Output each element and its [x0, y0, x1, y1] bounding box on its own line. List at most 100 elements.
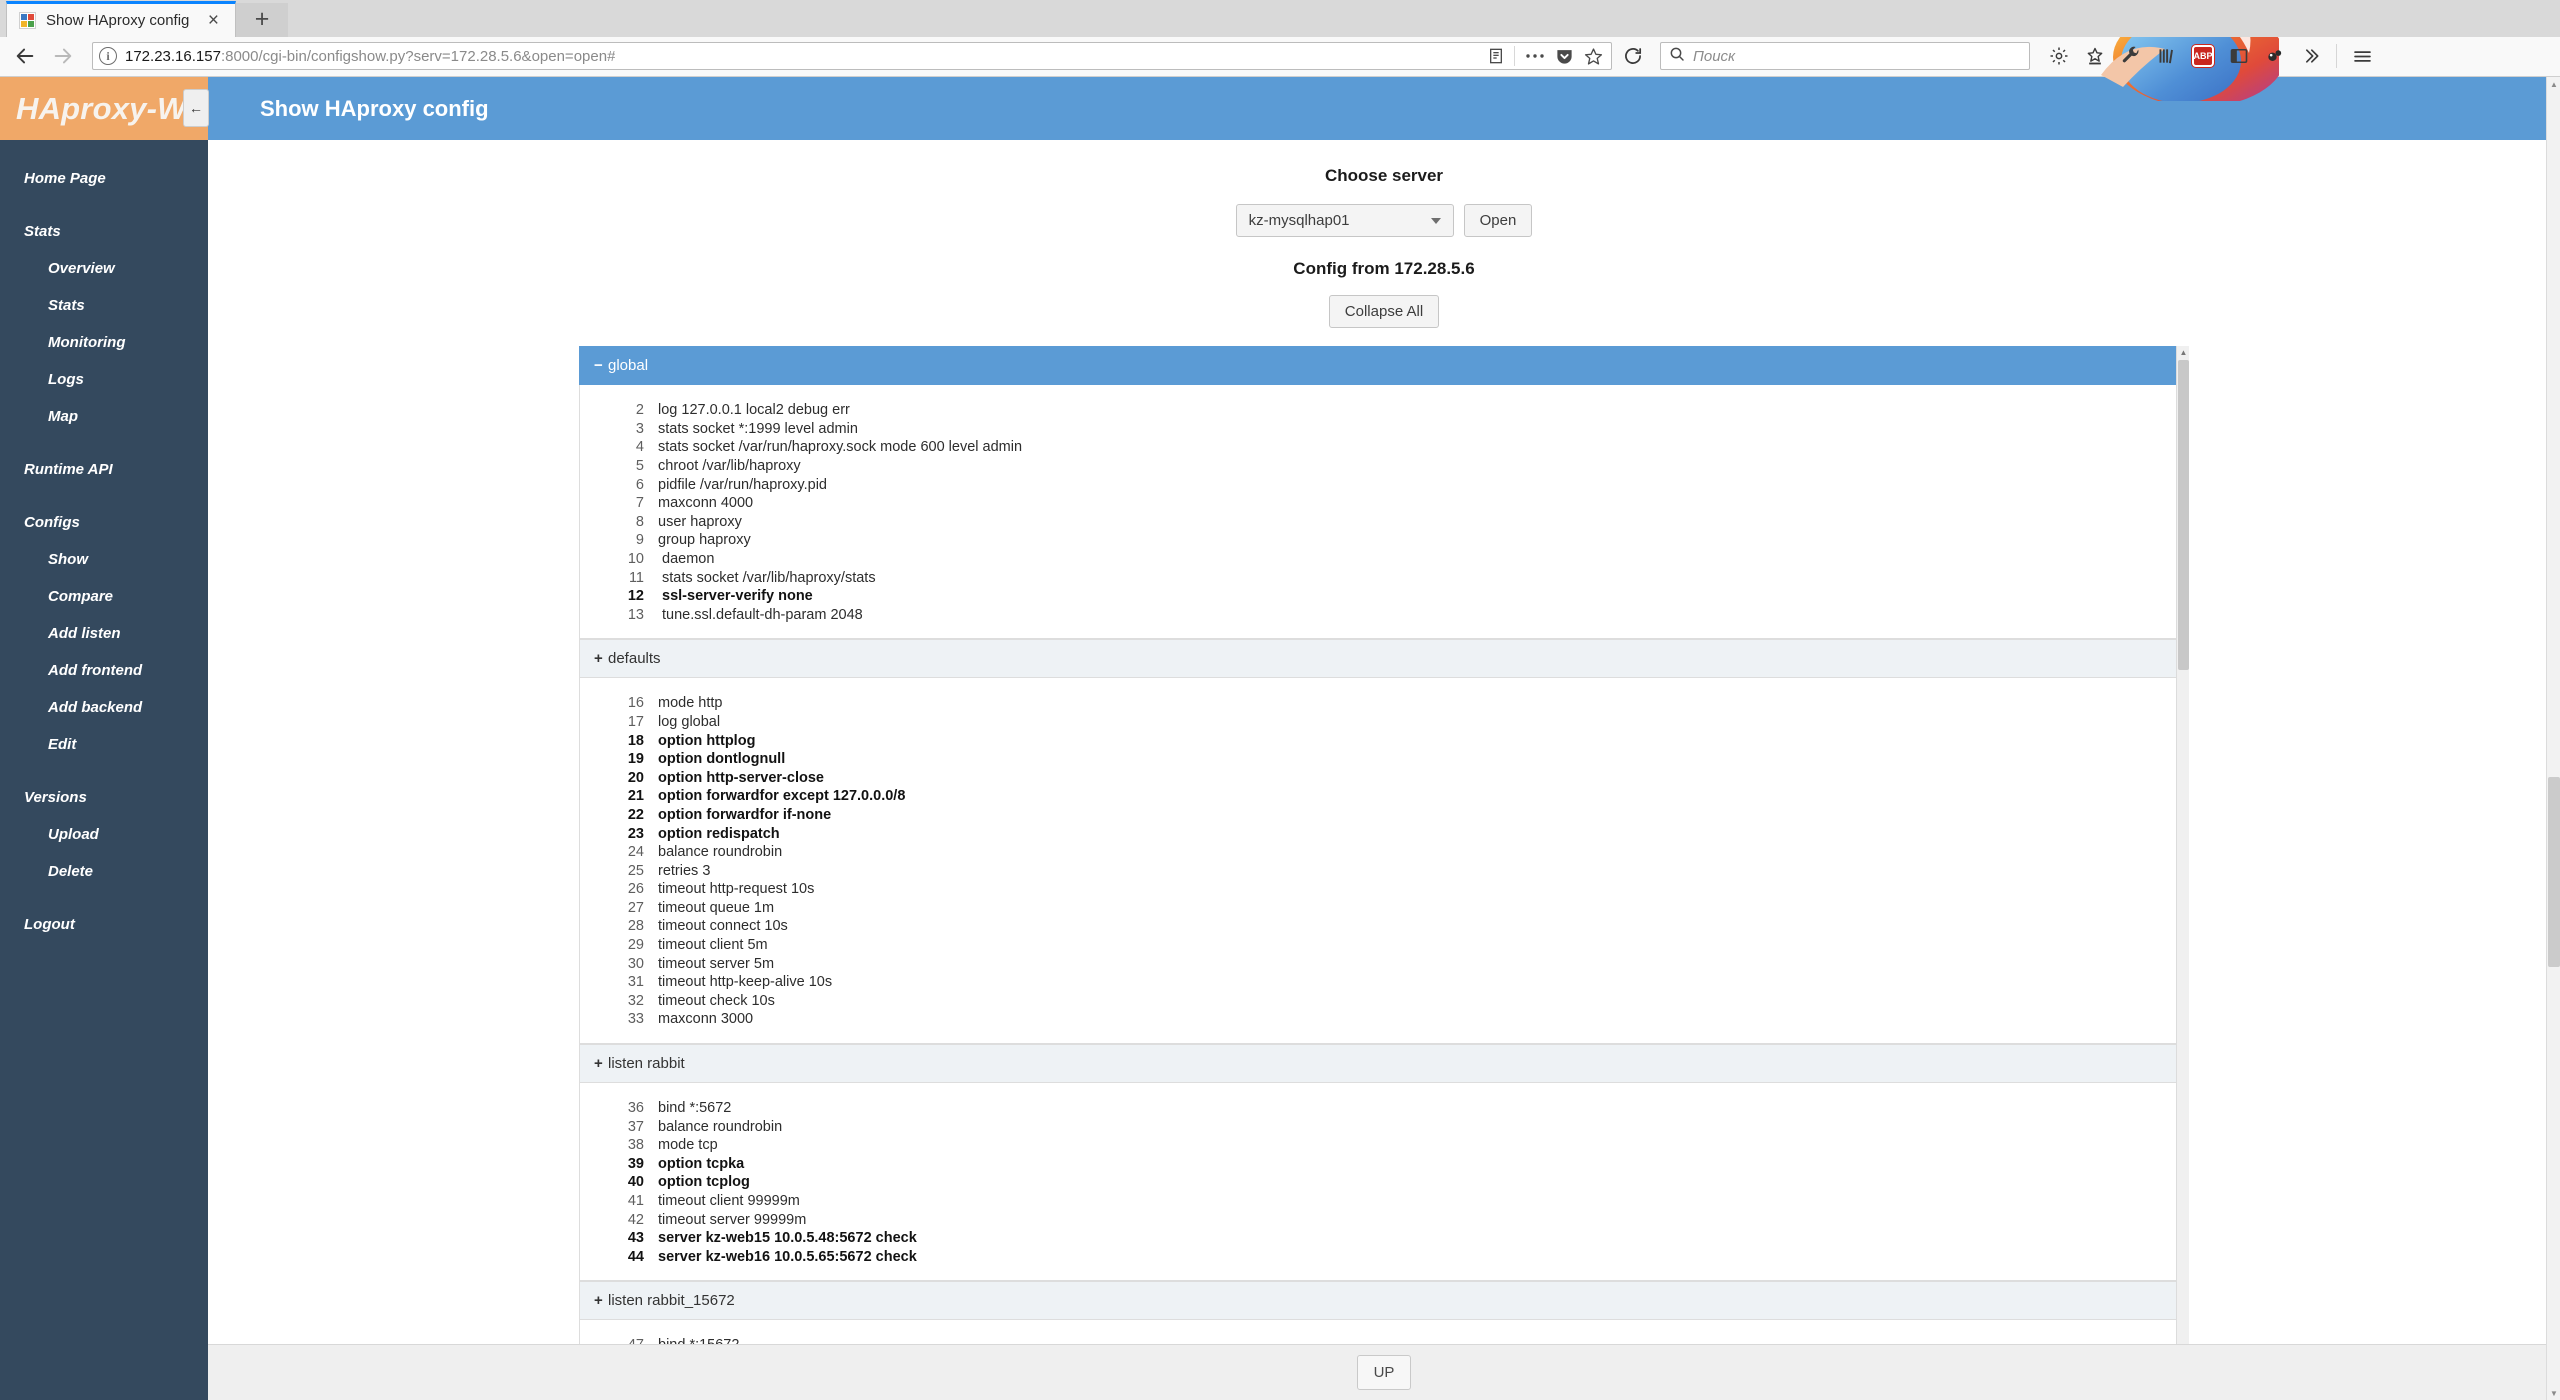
collapse-all-row: Collapse All: [208, 295, 2560, 329]
config-line: 40 option tcplog: [580, 1173, 2178, 1192]
plus-icon: +: [594, 1292, 603, 1310]
adblock-plus-icon[interactable]: ABP: [2186, 39, 2220, 73]
reload-button[interactable]: [1616, 39, 1650, 73]
config-line: 2 log 127.0.0.1 local2 debug err: [580, 401, 2178, 420]
sidebar-item-label: Edit: [48, 736, 77, 754]
line-text: maxconn 4000: [658, 495, 754, 512]
line-number: 28: [627, 918, 644, 935]
bookmark-add-icon[interactable]: [2078, 39, 2112, 73]
line-number: 27: [627, 899, 644, 916]
sidebar-item-label: Runtime API: [24, 461, 113, 479]
sidebar-item-add-backend[interactable]: Add backend: [0, 689, 208, 726]
line-text: ssl-server-verify none: [658, 588, 813, 605]
sidebar-item-map[interactable]: Map: [0, 398, 208, 435]
sidebar-item-stats[interactable]: Stats: [0, 287, 208, 324]
config-line: 16 mode http: [580, 694, 2178, 713]
line-number: 7: [635, 495, 644, 512]
search-bar[interactable]: Поиск: [1660, 42, 2030, 71]
hamburger-menu-icon[interactable]: [2345, 39, 2379, 73]
sidebar-item-label: Compare: [48, 588, 114, 606]
close-icon[interactable]: ×: [202, 11, 225, 30]
section-header-global[interactable]: − global: [579, 346, 2179, 386]
sidebar-item-delete[interactable]: Delete: [0, 853, 208, 890]
new-tab-button[interactable]: +: [236, 2, 288, 37]
line-text: pidfile /var/run/haproxy.pid: [658, 476, 827, 493]
sidebar-panel-icon[interactable]: [2222, 39, 2256, 73]
section-header-listen-rabbit-15672[interactable]: + listen rabbit_15672: [579, 1281, 2179, 1321]
line-number: 43: [627, 1230, 644, 1247]
chevron-double-right-icon[interactable]: [2294, 39, 2328, 73]
config-line: 39 option tcpka: [580, 1155, 2178, 1174]
page-scrollbar[interactable]: ▲ ▼: [2546, 77, 2560, 1400]
server-select[interactable]: kz-mysqlhap01: [1235, 204, 1454, 238]
sidebar-item-logout[interactable]: Logout: [0, 906, 208, 943]
back-button[interactable]: [8, 39, 42, 73]
section-header-defaults[interactable]: + defaults: [579, 639, 2179, 679]
page-scroll-down-icon[interactable]: ▼: [2547, 1386, 2560, 1400]
line-number: 33: [627, 1011, 644, 1028]
sidebar-item-runtime-api[interactable]: Runtime API: [0, 451, 208, 488]
library-icon[interactable]: [2150, 39, 2184, 73]
sidebar-item-logs[interactable]: Logs: [0, 361, 208, 398]
sidebar-item-edit[interactable]: Edit: [0, 726, 208, 763]
tab-title: Show HAproxy config: [46, 11, 190, 29]
config-line: 9 group haproxy: [580, 531, 2178, 550]
sidebar-collapse-button[interactable]: ←: [183, 89, 209, 128]
sidebar-item-monitoring[interactable]: Monitoring: [0, 324, 208, 361]
config-line: 24 balance roundrobin: [580, 843, 2178, 862]
page-scroll-up-icon[interactable]: ▲: [2547, 77, 2560, 91]
gear-icon[interactable]: [2042, 39, 2076, 73]
line-number: 11: [628, 569, 644, 586]
site-info-icon[interactable]: i: [99, 47, 117, 66]
line-number: 37: [627, 1118, 644, 1135]
line-text: balance roundrobin: [658, 1118, 783, 1135]
scroll-up-icon[interactable]: ▲: [2177, 346, 2190, 359]
config-scrollbar-thumb[interactable]: [2178, 360, 2189, 671]
line-text: chroot /var/lib/haproxy: [658, 458, 801, 474]
line-text: timeout http-keep-alive 10s: [658, 974, 833, 991]
open-button[interactable]: Open: [1463, 204, 1533, 238]
browser-tab[interactable]: Show HAproxy config ×: [6, 0, 236, 37]
line-text: daemon: [658, 550, 715, 567]
config-scrollbar[interactable]: ▲ ▼: [2176, 346, 2189, 1344]
line-number: 32: [627, 992, 644, 1009]
up-button[interactable]: UP: [1356, 1355, 1412, 1390]
sidebar-item-home-page[interactable]: Home Page: [0, 160, 208, 197]
address-bar[interactable]: i 172.23.16.157:8000/cgi-bin/configshow.…: [92, 42, 1612, 71]
sidebar-item-add-listen[interactable]: Add listen: [0, 615, 208, 652]
config-line: 30 timeout server 5m: [580, 955, 2178, 974]
page-header: Show HAproxy config: [208, 77, 2560, 141]
search-input[interactable]: Поиск: [1693, 48, 1735, 65]
sidebar-item-stats[interactable]: Stats: [0, 213, 208, 250]
sidebar-item-show[interactable]: Show: [0, 541, 208, 578]
plus-icon: +: [594, 650, 603, 668]
sidebar-item-add-frontend[interactable]: Add frontend: [0, 652, 208, 689]
section-title: global: [608, 357, 649, 375]
pocket-icon[interactable]: [1555, 47, 1574, 66]
line-text: bind *:5672: [658, 1100, 732, 1117]
bookmark-star-icon[interactable]: [1584, 47, 1603, 66]
config-line: 37 balance roundrobin: [580, 1118, 2178, 1137]
line-text: timeout client 99999m: [658, 1193, 800, 1209]
line-number: 23: [627, 825, 644, 842]
line-number: 30: [627, 955, 644, 972]
line-text: user haproxy: [658, 513, 742, 530]
config-line: 10 daemon: [580, 550, 2178, 569]
forward-button[interactable]: [46, 39, 80, 73]
molecule-icon[interactable]: [2258, 39, 2292, 73]
wrench-icon[interactable]: [2114, 39, 2148, 73]
sidebar-item-compare[interactable]: Compare: [0, 578, 208, 615]
line-number: 18: [627, 732, 644, 749]
sidebar-item-label: Monitoring: [48, 334, 126, 352]
page-scrollbar-thumb[interactable]: [2548, 777, 2560, 968]
config-line: 31 timeout http-keep-alive 10s: [580, 973, 2178, 992]
more-icon[interactable]: [1525, 52, 1545, 60]
sidebar-item-configs[interactable]: Configs: [0, 504, 208, 541]
collapse-all-button[interactable]: Collapse All: [1328, 295, 1440, 329]
sidebar-item-versions[interactable]: Versions: [0, 779, 208, 816]
section-header-listen-rabbit[interactable]: + listen rabbit: [579, 1044, 2179, 1084]
sidebar-item-label: Stats: [48, 297, 85, 315]
sidebar-item-overview[interactable]: Overview: [0, 250, 208, 287]
reader-mode-icon[interactable]: [1488, 47, 1504, 65]
sidebar-item-upload[interactable]: Upload: [0, 816, 208, 853]
